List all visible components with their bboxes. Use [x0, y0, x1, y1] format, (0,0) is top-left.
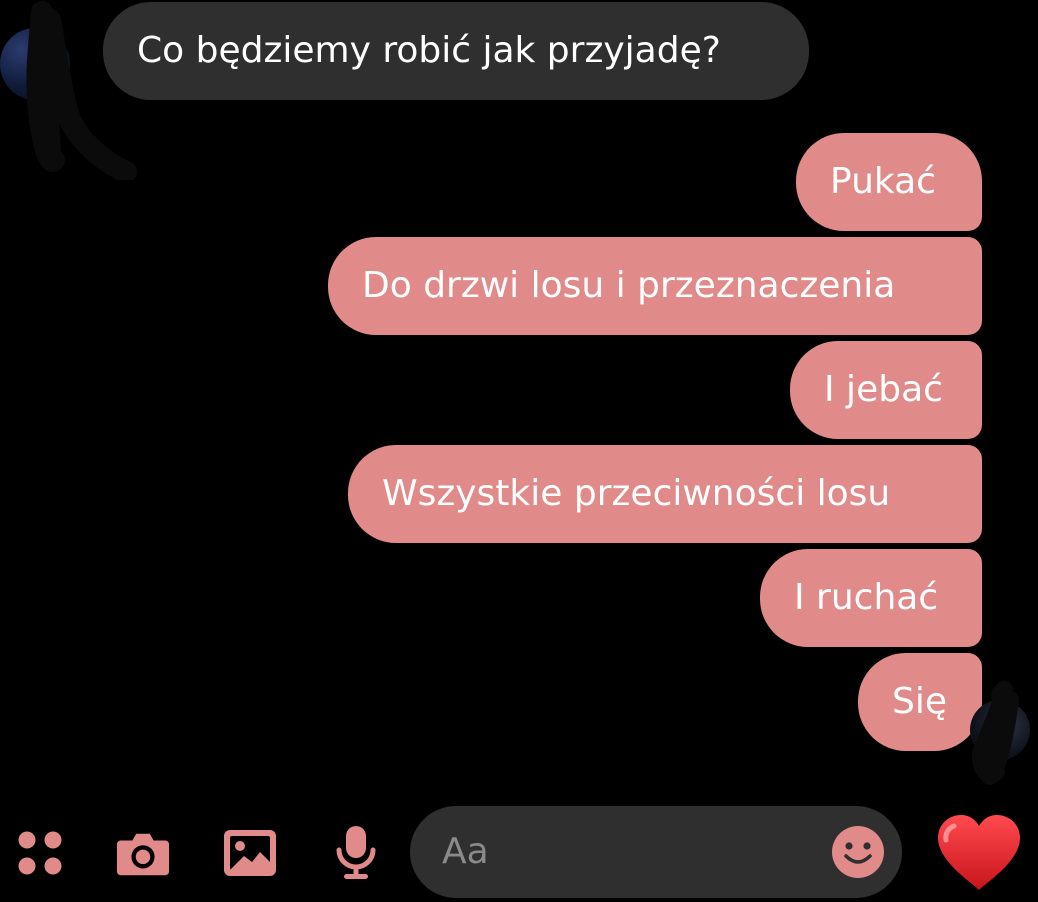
apps-grid-icon[interactable]	[12, 825, 68, 881]
chat-screen: Co będziemy robić jak przyjadę? Pukać Do…	[0, 0, 1038, 902]
heart-icon[interactable]	[934, 812, 1024, 894]
message-composer: Aa	[0, 800, 1038, 902]
seen-avatar	[970, 700, 1030, 760]
message-outgoing[interactable]: Się	[858, 653, 982, 751]
microphone-icon[interactable]	[328, 825, 384, 881]
message-outgoing[interactable]: I jebać	[790, 341, 982, 439]
emoji-icon[interactable]	[830, 824, 886, 880]
message-input-placeholder: Aa	[442, 831, 489, 872]
image-icon[interactable]	[222, 825, 278, 881]
message-input[interactable]: Aa	[410, 806, 902, 898]
message-outgoing[interactable]: Wszystkie przeciwności losu	[348, 445, 982, 543]
message-outgoing[interactable]: Pukać	[796, 133, 982, 231]
message-outgoing[interactable]: Do drzwi losu i przeznaczenia	[328, 237, 982, 335]
message-incoming[interactable]: Co będziemy robić jak przyjadę?	[103, 2, 809, 100]
message-outgoing[interactable]: I ruchać	[760, 549, 982, 647]
camera-icon[interactable]	[115, 825, 171, 881]
contact-avatar[interactable]	[0, 28, 70, 100]
